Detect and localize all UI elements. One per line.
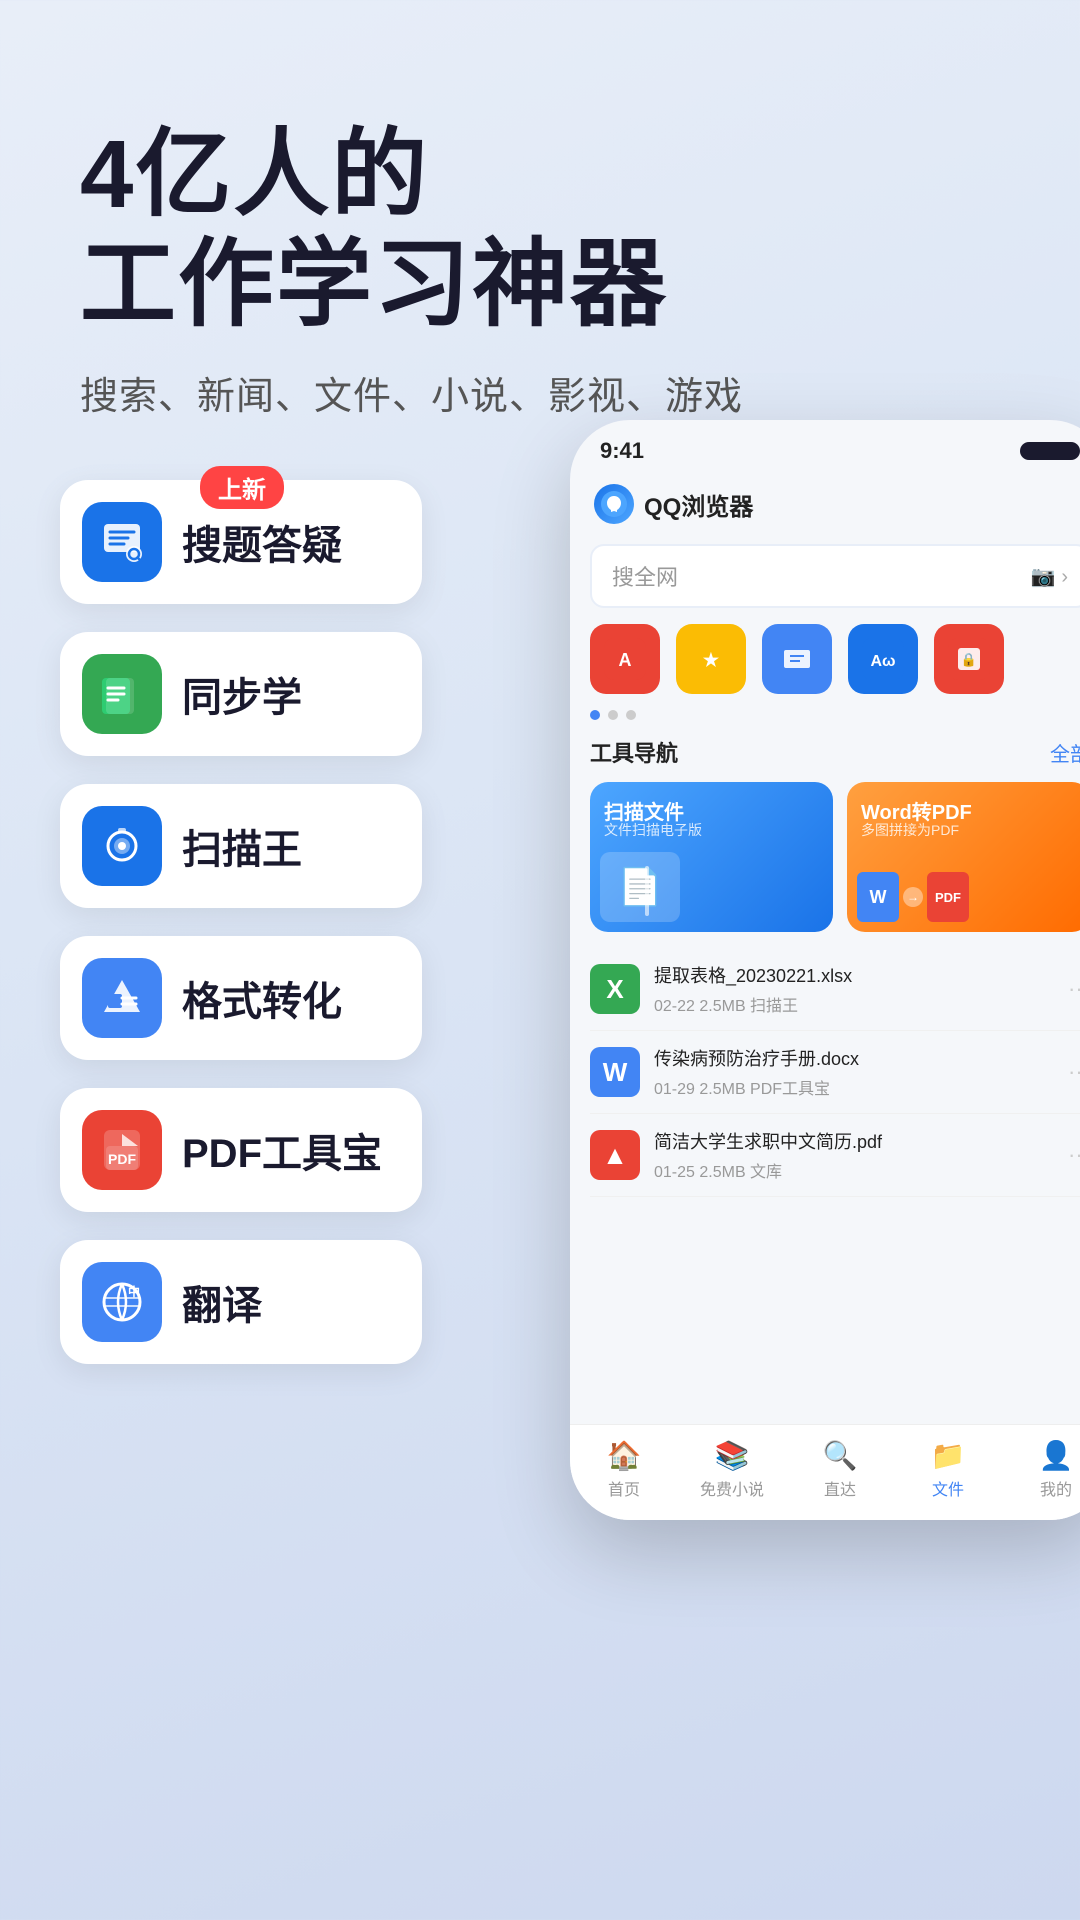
file-more-0[interactable]: ··· bbox=[1068, 976, 1080, 1002]
hero-title-line1: 4亿人的 bbox=[80, 121, 429, 228]
dot-2 bbox=[608, 710, 618, 720]
badge-new: 上新 bbox=[200, 466, 284, 509]
file-icon-docx: W bbox=[590, 1047, 640, 1097]
hero-subtitle: 搜索、新闻、文件、小说、影视、游戏 bbox=[80, 365, 1000, 420]
feature-label-soti: 搜题答疑 bbox=[182, 513, 342, 571]
app-header: QQ浏览器 bbox=[570, 474, 1080, 536]
tool-card-word[interactable]: Word转PDF 多图拼接为PDF W → PDF bbox=[847, 782, 1080, 932]
feature-item-scan[interactable]: 扫描王 bbox=[60, 784, 422, 908]
nav-label-novel: 免费小说 bbox=[700, 1476, 764, 1500]
files-icon: 📁 bbox=[931, 1439, 966, 1472]
quick-icon-4[interactable]: Aω bbox=[848, 624, 918, 694]
nav-label-home: 首页 bbox=[608, 1476, 640, 1500]
feature-item-format[interactable]: 格式转化 bbox=[60, 936, 422, 1060]
zhida-icon: 🔍 bbox=[823, 1439, 858, 1472]
home-icon: 🏠 bbox=[607, 1439, 642, 1472]
nav-item-home[interactable]: 🏠 首页 bbox=[570, 1439, 678, 1500]
file-name-2: 简洁大学生求职中文简历.pdf bbox=[654, 1128, 1054, 1154]
feature-icon-translate: 中 bbox=[82, 1262, 162, 1342]
nav-item-files[interactable]: 📁 文件 bbox=[894, 1439, 1002, 1500]
tools-cards: 扫描文件 文件扫描电子版 📄 Word转PDF 多图拼接为PDF W → bbox=[590, 782, 1080, 932]
file-item-0[interactable]: X 提取表格_20230221.xlsx 02-22 2.5MB 扫描王 ··· bbox=[590, 948, 1080, 1031]
features-list: 上新 搜题答疑 同步学 bbox=[60, 480, 422, 1364]
file-icon-pdf: ▲ bbox=[590, 1130, 640, 1180]
feature-item-tongbu[interactable]: 同步学 bbox=[60, 632, 422, 756]
hero-title-line2: 工作学习神器 bbox=[80, 231, 668, 338]
phone-mockup: 9:41 QQ浏览器 搜全网 bbox=[570, 420, 1080, 1520]
bottom-nav: 🏠 首页 📚 免费小说 🔍 直达 📁 文件 👤 我的 bbox=[570, 1424, 1080, 1520]
dot-1 bbox=[590, 710, 600, 720]
phone-inner: 9:41 QQ浏览器 搜全网 bbox=[570, 420, 1080, 1520]
file-info-0: 提取表格_20230221.xlsx 02-22 2.5MB 扫描王 bbox=[654, 962, 1054, 1016]
tools-all[interactable]: 全部 bbox=[1050, 738, 1080, 767]
svg-text:PDF: PDF bbox=[108, 1151, 136, 1167]
feature-item-soti[interactable]: 上新 搜题答疑 bbox=[60, 480, 422, 604]
feature-icon-scan bbox=[82, 806, 162, 886]
file-meta-0: 02-22 2.5MB 扫描王 bbox=[654, 992, 1054, 1016]
phone-notch bbox=[1020, 442, 1080, 460]
status-bar: 9:41 bbox=[570, 420, 1080, 474]
feature-icon-format bbox=[82, 958, 162, 1038]
file-item-2[interactable]: ▲ 简洁大学生求职中文简历.pdf 01-25 2.5MB 文库 ··· bbox=[590, 1114, 1080, 1197]
quick-icon-3[interactable] bbox=[762, 624, 832, 694]
svg-text:★: ★ bbox=[703, 650, 720, 670]
file-item-1[interactable]: W 传染病预防治疗手册.docx 01-29 2.5MB PDF工具宝 ··· bbox=[590, 1031, 1080, 1114]
file-name-1: 传染病预防治疗手册.docx bbox=[654, 1045, 1054, 1071]
svg-text:A: A bbox=[619, 650, 632, 670]
file-more-1[interactable]: ··· bbox=[1068, 1059, 1080, 1085]
search-bar[interactable]: 搜全网 📷 › bbox=[590, 544, 1080, 608]
qq-logo bbox=[594, 484, 634, 524]
feature-label-scan: 扫描王 bbox=[182, 817, 302, 875]
file-more-2[interactable]: ··· bbox=[1068, 1142, 1080, 1168]
search-placeholder: 搜全网 bbox=[612, 560, 678, 592]
feature-icon-soti bbox=[82, 502, 162, 582]
file-meta-1: 01-29 2.5MB PDF工具宝 bbox=[654, 1075, 1054, 1099]
svg-text:中: 中 bbox=[128, 1284, 140, 1299]
svg-text:🔒: 🔒 bbox=[961, 652, 977, 667]
tool-scan-sub: 文件扫描电子版 bbox=[604, 820, 702, 840]
profile-icon: 👤 bbox=[1039, 1439, 1074, 1472]
nav-label-files: 文件 bbox=[932, 1476, 964, 1500]
tools-title: 工具导航 bbox=[590, 736, 678, 768]
feature-item-pdf[interactable]: PDF PDF工具宝 bbox=[60, 1088, 422, 1212]
nav-item-profile[interactable]: 👤 我的 bbox=[1002, 1439, 1080, 1500]
status-time: 9:41 bbox=[600, 438, 644, 464]
feature-item-translate[interactable]: 中 翻译 bbox=[60, 1240, 422, 1364]
quick-icons-row: A ★ Aω bbox=[570, 624, 1080, 710]
tool-card-scan[interactable]: 扫描文件 文件扫描电子版 📄 bbox=[590, 782, 833, 932]
quick-icon-5[interactable]: 🔒 bbox=[934, 624, 1004, 694]
nav-label-zhida: 直达 bbox=[824, 1476, 856, 1500]
file-info-2: 简洁大学生求职中文简历.pdf 01-25 2.5MB 文库 bbox=[654, 1128, 1054, 1182]
hero-section: 4亿人的 工作学习神器 搜索、新闻、文件、小说、影视、游戏 bbox=[0, 0, 1080, 460]
feature-icon-pdf: PDF bbox=[82, 1110, 162, 1190]
file-info-1: 传染病预防治疗手册.docx 01-29 2.5MB PDF工具宝 bbox=[654, 1045, 1054, 1099]
svg-text:Aω: Aω bbox=[870, 653, 895, 670]
quick-icon-2[interactable]: ★ bbox=[676, 624, 746, 694]
tools-header: 工具导航 全部 bbox=[590, 736, 1080, 768]
nav-item-zhida[interactable]: 🔍 直达 bbox=[786, 1439, 894, 1500]
file-name-0: 提取表格_20230221.xlsx bbox=[654, 962, 1054, 988]
app-title: QQ浏览器 bbox=[644, 487, 753, 522]
page-dots bbox=[570, 710, 1080, 736]
quick-icon-1[interactable]: A bbox=[590, 624, 660, 694]
feature-label-pdf: PDF工具宝 bbox=[182, 1121, 382, 1179]
nav-label-profile: 我的 bbox=[1040, 1476, 1072, 1500]
feature-icon-tongbu bbox=[82, 654, 162, 734]
hero-title: 4亿人的 工作学习神器 bbox=[80, 120, 1000, 341]
camera-icon: 📷 › bbox=[1031, 564, 1068, 589]
file-list: X 提取表格_20230221.xlsx 02-22 2.5MB 扫描王 ···… bbox=[570, 932, 1080, 1197]
file-icon-xlsx: X bbox=[590, 964, 640, 1014]
feature-label-tongbu: 同步学 bbox=[182, 665, 302, 723]
novel-icon: 📚 bbox=[715, 1439, 750, 1472]
tool-word-sub: 多图拼接为PDF bbox=[861, 820, 959, 840]
nav-item-novel[interactable]: 📚 免费小说 bbox=[678, 1439, 786, 1500]
feature-label-format: 格式转化 bbox=[182, 969, 342, 1027]
feature-label-translate: 翻译 bbox=[182, 1273, 262, 1331]
tools-section: 工具导航 全部 扫描文件 文件扫描电子版 📄 Word转PDF 多图拼接为PDF bbox=[570, 736, 1080, 932]
file-meta-2: 01-25 2.5MB 文库 bbox=[654, 1158, 1054, 1182]
dot-3 bbox=[626, 710, 636, 720]
